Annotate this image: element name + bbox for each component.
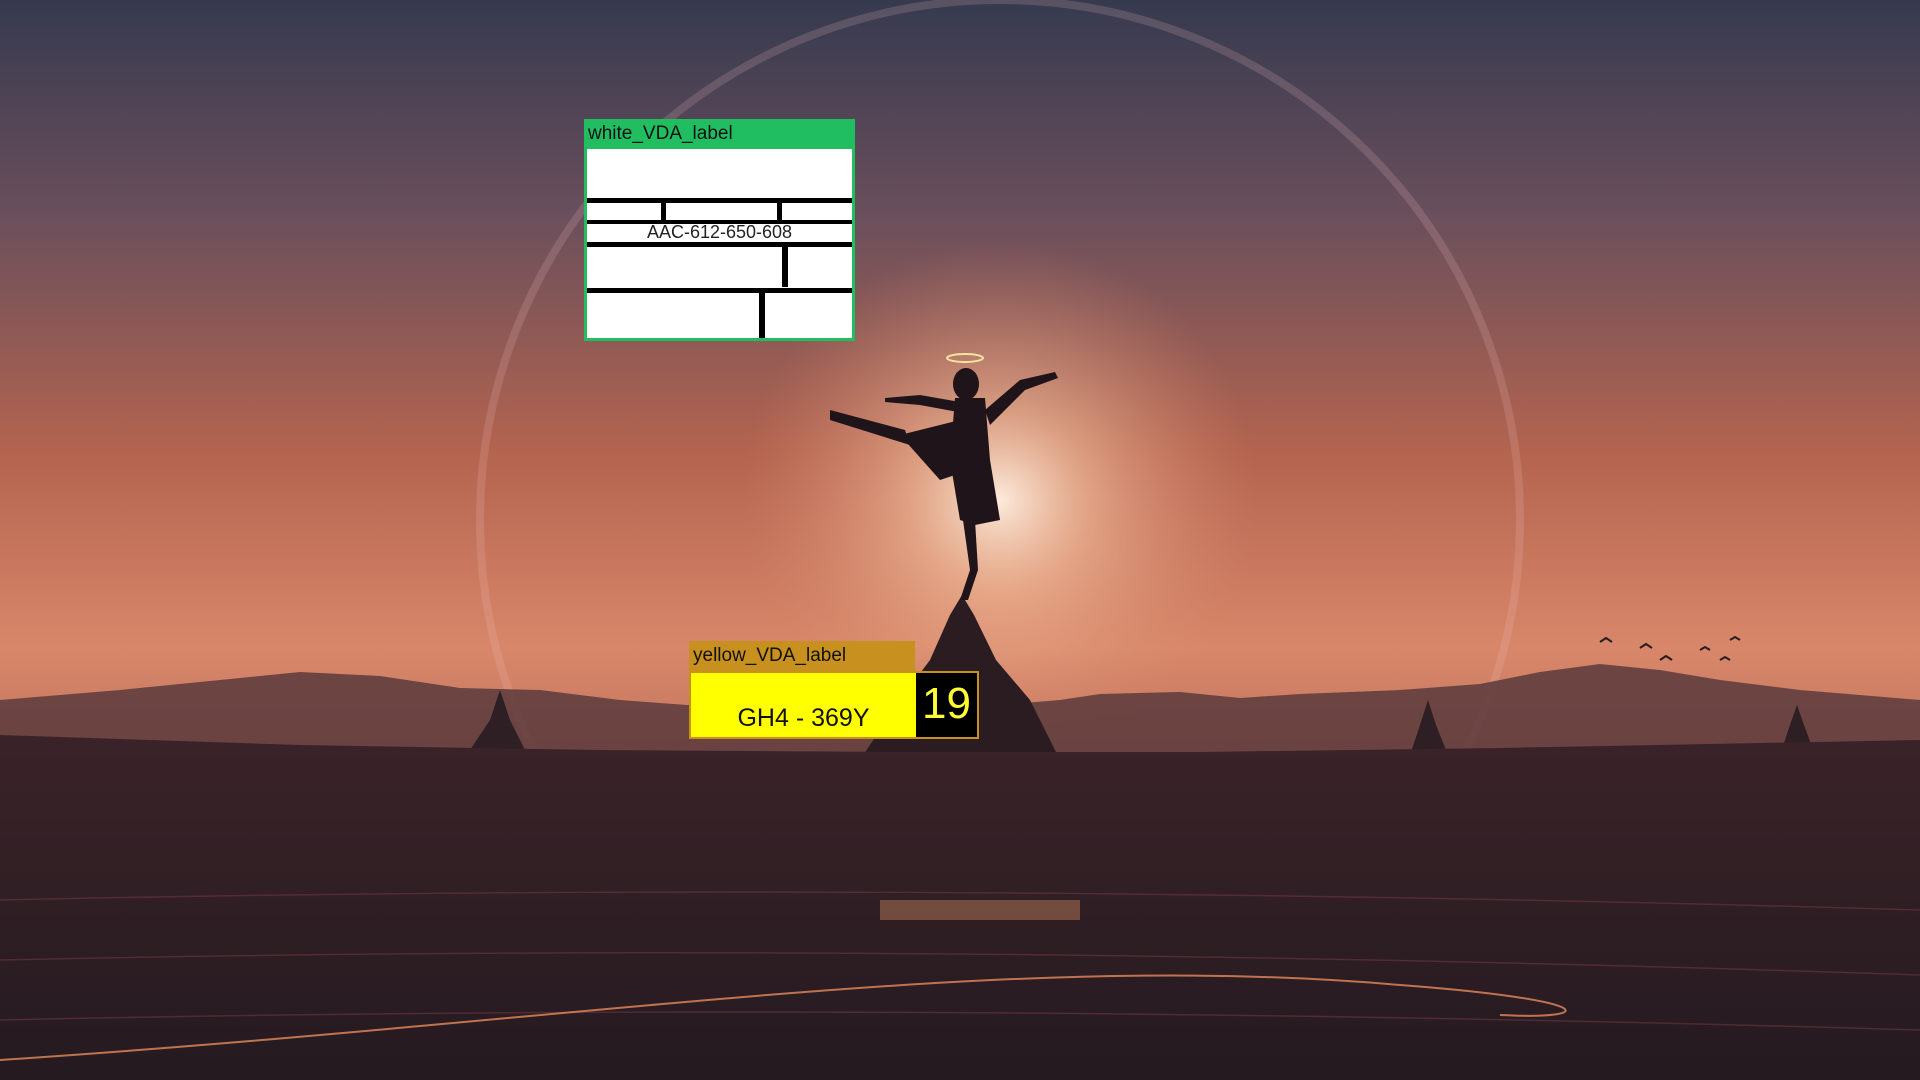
white-label-title: white_VDA_label [584,119,855,149]
white-vda-label[interactable]: AAC-612-650-608 [584,149,855,341]
yellow-label-code: GH4 - 369Y [737,704,870,732]
label-divider [759,293,765,338]
yellow-vda-label[interactable]: GH4 - 369Y 19 [689,671,979,739]
label-divider [782,247,788,287]
water-reflection [880,900,1080,920]
white-label-code: AAC-612-650-608 [646,222,793,242]
yellow-label-badge: 19 [916,673,977,737]
label-divider [587,242,852,247]
label-divider [587,198,852,203]
desktop-wallpaper [0,0,1920,1080]
yellow-label-title: yellow_VDA_label [689,641,915,671]
label-divider [587,288,852,293]
